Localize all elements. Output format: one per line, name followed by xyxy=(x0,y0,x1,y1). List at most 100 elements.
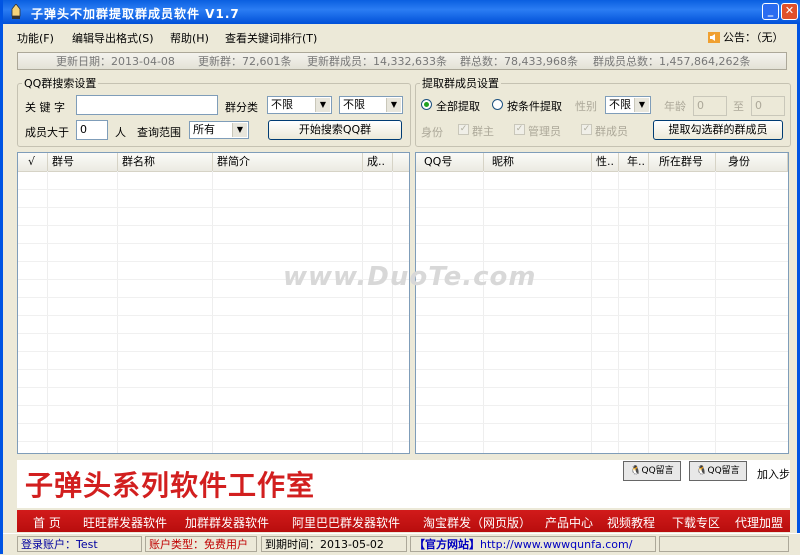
chevron-down-icon[interactable]: ▼ xyxy=(315,98,330,112)
table-row-line xyxy=(18,297,409,298)
bullet-app-icon xyxy=(11,4,21,19)
owner-checkbox[interactable]: ✓ xyxy=(458,124,469,135)
keyword-input[interactable] xyxy=(76,95,218,115)
category-label: 群分类 xyxy=(225,101,258,114)
member-col-qq[interactable]: QQ号 xyxy=(416,153,484,171)
table-row-line xyxy=(416,423,788,424)
group-col-members[interactable]: 成.. xyxy=(363,153,393,171)
nav-wangwang[interactable]: 旺旺群发器软件 xyxy=(83,514,167,531)
grid-line xyxy=(618,171,619,453)
extract-conditional-label[interactable]: 按条件提取 xyxy=(507,98,562,114)
category-select-1[interactable]: 不限 ▼ xyxy=(267,96,332,114)
member-table-header: QQ号 昵称 性.. 年.. 所在群号 身份 xyxy=(416,153,788,172)
scope-select[interactable]: 所有 ▼ xyxy=(189,121,249,139)
table-row-line xyxy=(416,189,788,190)
group-col-check[interactable]: √ xyxy=(18,153,48,171)
member-col-gender[interactable]: 性.. xyxy=(592,153,619,171)
grid-line xyxy=(591,171,592,453)
member-label: 群成员 xyxy=(595,125,628,138)
gender-select[interactable]: 不限 ▼ xyxy=(605,96,651,114)
nav-videos[interactable]: 视频教程 xyxy=(607,514,655,531)
stat-total-groups: 群总数：78,433,968条 xyxy=(460,55,578,68)
category-select-2-value: 不限 xyxy=(343,98,365,111)
menu-help[interactable]: 帮助(H) xyxy=(170,30,209,46)
nav-agents[interactable]: 代理加盟 xyxy=(735,514,783,531)
nav-downloads[interactable]: 下载专区 xyxy=(672,514,720,531)
status-site[interactable]: 【官方网站】http://www.wwwqunfa.com/ xyxy=(410,536,656,552)
studio-logo-text[interactable]: 子弹头系列软件工作室 xyxy=(25,464,315,504)
close-icon[interactable]: ✕ xyxy=(781,3,798,20)
chevron-down-icon[interactable]: ▼ xyxy=(386,98,401,112)
group-col-number[interactable]: 群号 xyxy=(48,153,118,171)
join-label[interactable]: 加入步 xyxy=(757,466,790,482)
nav-taobao[interactable]: 淘宝群发（网页版） xyxy=(423,514,531,531)
table-row-line xyxy=(416,225,788,226)
group-col-intro[interactable]: 群简介 xyxy=(213,153,363,171)
member-table[interactable]: QQ号 昵称 性.. 年.. 所在群号 身份 xyxy=(415,152,789,454)
minimize-icon[interactable]: _ xyxy=(762,3,779,20)
admin-checkbox[interactable]: ✓ xyxy=(514,124,525,135)
nav-products[interactable]: 产品中心 xyxy=(545,514,593,531)
min-members-input[interactable]: 0 xyxy=(76,120,108,140)
category-select-2[interactable]: 不限 ▼ xyxy=(339,96,403,114)
menu-keyword-ranking[interactable]: 查看关键词排行(T) xyxy=(225,30,317,46)
stat-new-groups: 更新群：72,601条 xyxy=(198,55,292,68)
table-row-line xyxy=(18,333,409,334)
status-empty-cell xyxy=(659,536,789,552)
extract-all-label[interactable]: 全部提取 xyxy=(436,98,480,114)
admin-label: 管理员 xyxy=(528,125,561,138)
table-row-line xyxy=(18,387,409,388)
nav-home[interactable]: 首 页 xyxy=(33,514,61,531)
extract-all-radio[interactable] xyxy=(421,99,432,110)
menu-edit-export-format[interactable]: 编辑导出格式(S) xyxy=(72,30,154,46)
watermark: www.DuoTe.com xyxy=(283,262,537,292)
age-from-input[interactable]: 0 xyxy=(693,96,727,116)
member-col-group[interactable]: 所在群号 xyxy=(649,153,716,171)
member-checkbox[interactable]: ✓ xyxy=(581,124,592,135)
status-account-type: 账户类型：免费用户 xyxy=(145,536,257,552)
group-col-name[interactable]: 群名称 xyxy=(118,153,213,171)
qq-icon: 🐧 xyxy=(630,466,642,476)
group-table-header: √ 群号 群名称 群简介 成.. xyxy=(18,153,409,172)
notice[interactable]: 公告：（无） xyxy=(708,29,784,45)
extract-selected-button[interactable]: 提取勾选群的群成员 xyxy=(653,120,783,140)
notice-label: 公告：（无） xyxy=(723,31,784,44)
scope-select-value: 所有 xyxy=(193,123,215,136)
group-table[interactable]: √ 群号 群名称 群简介 成.. xyxy=(17,152,410,454)
site-label: 【官方网站】 xyxy=(414,538,480,551)
window-title: 子弹头不加群提取群成员软件 V1.7 xyxy=(31,7,240,21)
start-search-button[interactable]: 开始搜索QQ群 xyxy=(268,120,402,140)
qq-message-button-1[interactable]: 🐧QQ留言 xyxy=(623,461,681,481)
menu-function[interactable]: 功能(F) xyxy=(17,30,54,46)
title-bar[interactable]: 子弹头不加群提取群成员软件 V1.7 _ ✕ xyxy=(3,0,800,24)
table-row-line xyxy=(416,441,788,442)
chevron-down-icon[interactable]: ▼ xyxy=(232,123,247,137)
grid-line xyxy=(392,171,393,453)
menu-bar: 功能(F) 编辑导出格式(S) 帮助(H) 查看关键词排行(T) 公告：（无） xyxy=(3,24,800,46)
category-select-1-value: 不限 xyxy=(271,98,293,111)
table-row-line xyxy=(18,225,409,226)
stat-update-date: 更新日期：2013-04-08 xyxy=(56,55,175,68)
member-col-role[interactable]: 身份 xyxy=(716,153,788,171)
nav-alibaba[interactable]: 阿里巴巴群发器软件 xyxy=(292,514,400,531)
extract-settings-legend: 提取群成员设置 xyxy=(422,77,499,90)
qq-message-label: QQ留言 xyxy=(641,466,674,476)
table-row-line xyxy=(416,207,788,208)
age-to-label: 至 xyxy=(733,100,744,113)
nav-add-group[interactable]: 加群群发器软件 xyxy=(185,514,269,531)
qq-icon: 🐧 xyxy=(696,466,708,476)
grid-line xyxy=(47,171,48,453)
site-url[interactable]: http://www.wwwqunfa.com/ xyxy=(480,538,632,551)
gender-label: 性别 xyxy=(575,100,597,113)
table-row-line xyxy=(18,189,409,190)
chevron-down-icon[interactable]: ▼ xyxy=(634,98,649,112)
qq-message-button-2[interactable]: 🐧QQ留言 xyxy=(689,461,747,481)
ad-banner: 子弹头系列软件工作室 🐧QQ留言 🐧QQ留言 加入步 xyxy=(17,460,790,508)
table-row-line xyxy=(416,297,788,298)
member-col-age[interactable]: 年.. xyxy=(619,153,649,171)
member-col-nickname[interactable]: 昵称 xyxy=(484,153,592,171)
age-to-input[interactable]: 0 xyxy=(751,96,785,116)
grid-line xyxy=(648,171,649,453)
extract-conditional-radio[interactable] xyxy=(492,99,503,110)
grid-line xyxy=(483,171,484,453)
